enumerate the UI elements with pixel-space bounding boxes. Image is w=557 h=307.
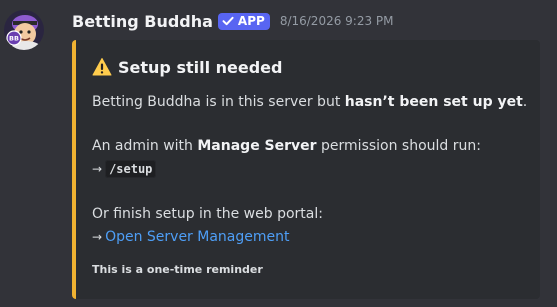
setup-command[interactable]: /setup [105, 160, 157, 178]
avatar[interactable]: BB [4, 10, 44, 50]
command-line: →/setup [92, 160, 157, 178]
app-badge-label: APP [237, 14, 265, 28]
admin-instruction-suffix: permission should run: [316, 138, 481, 154]
arrow-icon: → [92, 162, 103, 176]
embed-footer: This is a one-time reminder [92, 263, 263, 276]
web-portal-line: Or finish setup in the web portal: [92, 206, 323, 222]
verified-check-icon [222, 16, 234, 26]
betting-buddha-avatar-icon: BB [4, 10, 44, 50]
setup-status-bold: hasn’t been set up yet [344, 94, 523, 110]
app-badge: APP [217, 12, 270, 30]
embed-title-text: Setup still needed [118, 57, 283, 77]
embed-title: Setup still needed [92, 57, 282, 77]
avatar-badge-text: BB [9, 35, 19, 43]
embed-card: Setup still needed Betting Buddha is in … [72, 40, 540, 299]
permission-name: Manage Server [197, 138, 317, 154]
setup-status-suffix: . [522, 94, 528, 110]
warning-icon [92, 58, 112, 76]
open-server-management-link[interactable]: Open Server Management [105, 229, 289, 245]
setup-status-line: Betting Buddha is in this server but has… [92, 93, 527, 111]
admin-instruction-line: An admin with Manage Server permission s… [92, 137, 481, 155]
chat-message: BB Betting Buddha APP 8/16/2026 9:23 PM … [0, 0, 557, 307]
admin-instruction-prefix: An admin with [92, 138, 198, 154]
arrow-icon: → [92, 230, 103, 244]
timestamp[interactable]: 8/16/2026 9:23 PM [280, 14, 394, 28]
message-header: Betting Buddha APP 8/16/2026 9:23 PM [72, 10, 394, 32]
setup-status-prefix: Betting Buddha is in this server but [92, 94, 345, 110]
portal-link-line: → Open Server Management [92, 228, 290, 246]
username[interactable]: Betting Buddha [72, 12, 213, 31]
